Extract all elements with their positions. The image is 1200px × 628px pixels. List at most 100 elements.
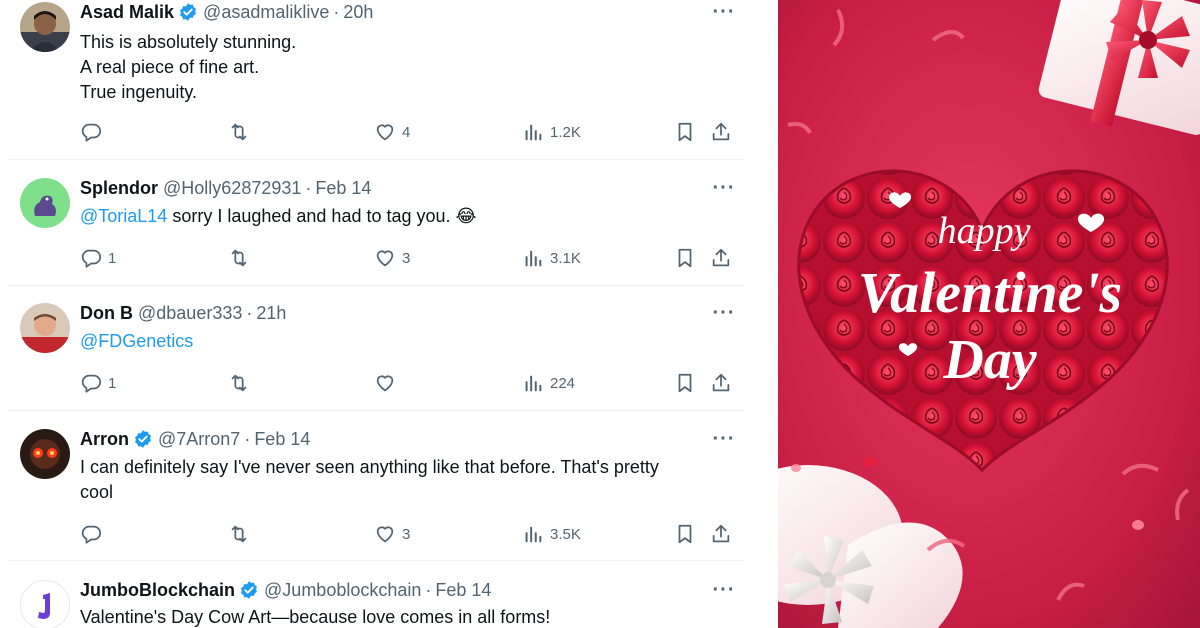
retweet-button[interactable]: [228, 522, 256, 546]
user-handle[interactable]: @dbauer333: [138, 303, 242, 324]
like-button[interactable]: 4: [374, 120, 410, 144]
view-count: 224: [550, 374, 576, 392]
heart-icon: [376, 375, 394, 392]
like-button[interactable]: 3: [374, 246, 410, 270]
tweet-text-line: A real piece of fine art.: [80, 57, 260, 77]
tweet-header: Arron @7Arron7 · Feb 14: [80, 427, 310, 451]
tweet[interactable]: Arron @7Arron7 · Feb 14 ··· I can defini…: [8, 427, 744, 561]
analytics-icon: [525, 124, 542, 141]
tweet[interactable]: Don B @dbauer333 · 21h ··· @FDGenetics 1: [8, 301, 744, 411]
mention-link[interactable]: @FDGenetics: [80, 331, 193, 351]
reply-button[interactable]: 1: [80, 246, 116, 270]
avatar[interactable]: [20, 429, 70, 479]
bookmark-button[interactable]: [674, 120, 696, 144]
heart-icon: [376, 124, 394, 141]
bookmark-button[interactable]: [674, 522, 696, 546]
user-handle[interactable]: @Holly62872931: [163, 178, 301, 199]
share-button[interactable]: [710, 522, 732, 546]
day-text: Day: [942, 329, 1037, 391]
tweet-text-line: True ingenuity.: [80, 82, 198, 102]
user-handle[interactable]: @asadmaliklive: [203, 2, 329, 23]
verified-badge-icon: [180, 3, 196, 21]
timestamp[interactable]: Feb 14: [315, 178, 371, 199]
reply-button[interactable]: [80, 120, 108, 144]
divider: [8, 159, 744, 160]
divider: [8, 410, 744, 411]
views-button[interactable]: 3.5K: [522, 522, 581, 546]
timestamp[interactable]: Feb 14: [435, 580, 491, 601]
avatar[interactable]: [20, 303, 70, 353]
separator-dot: ·: [305, 177, 312, 198]
reply-button[interactable]: [80, 522, 108, 546]
like-count: 3: [402, 525, 411, 543]
display-name[interactable]: Don B: [80, 303, 133, 324]
bookmark-icon: [678, 248, 692, 268]
retweet-button[interactable]: [228, 120, 256, 144]
views-button[interactable]: 1.2K: [522, 120, 581, 144]
more-options-icon[interactable]: ···: [712, 302, 736, 324]
avatar[interactable]: [20, 580, 70, 628]
views-button[interactable]: 224: [522, 371, 575, 395]
valentines-illustration: happy Valentine's Day: [778, 0, 1200, 628]
tweet-text-line: I can definitely say I've never seen any…: [80, 457, 659, 477]
retweet-icon: [231, 525, 247, 543]
tweet-header: Asad Malik @asadmaliklive · 20h: [80, 0, 373, 24]
bookmark-button[interactable]: [674, 246, 696, 270]
more-options-icon[interactable]: ···: [712, 579, 736, 601]
display-name[interactable]: Asad Malik: [80, 2, 174, 23]
reply-feed: Asad Malik @asadmaliklive · 20h ··· This…: [0, 0, 778, 628]
bookmark-button[interactable]: [674, 371, 696, 395]
bookmark-icon: [678, 524, 692, 544]
share-button[interactable]: [710, 246, 732, 270]
timestamp[interactable]: Feb 14: [254, 429, 310, 450]
retweet-button[interactable]: [228, 371, 256, 395]
view-count: 1.2K: [550, 123, 581, 141]
reply-icon: [81, 249, 102, 268]
tweet-text: @ToriaL14 sorry I laughed and had to tag…: [80, 204, 730, 229]
analytics-icon: [525, 526, 542, 543]
more-options-icon[interactable]: ···: [712, 428, 736, 450]
like-button[interactable]: [374, 371, 402, 395]
divider: [8, 285, 744, 286]
views-button[interactable]: 3.1K: [522, 246, 581, 270]
display-name[interactable]: JumboBlockchain: [80, 580, 235, 601]
analytics-icon: [525, 250, 542, 267]
tweet[interactable]: Asad Malik @asadmaliklive · 20h ··· This…: [8, 0, 744, 160]
separator-dot: ·: [246, 302, 253, 323]
display-name[interactable]: Splendor: [80, 178, 158, 199]
avatar[interactable]: [20, 178, 70, 228]
timestamp[interactable]: 20h: [343, 2, 373, 23]
reply-icon: [81, 374, 102, 393]
avatar[interactable]: [20, 2, 70, 52]
user-handle[interactable]: @7Arron7: [158, 429, 240, 450]
reply-button[interactable]: 1: [80, 371, 116, 395]
more-options-icon[interactable]: ···: [712, 177, 736, 199]
tweet-text: Valentine's Day Cow Art—because love com…: [80, 605, 730, 628]
share-button[interactable]: [710, 120, 732, 144]
user-handle[interactable]: @Jumboblockchain: [264, 580, 421, 601]
retweet-icon: [231, 374, 247, 392]
tweet-text-line: sorry I laughed and had to tag you. 😂: [167, 206, 477, 226]
divider: [8, 560, 744, 561]
retweet-icon: [231, 249, 247, 267]
tweet-header: JumboBlockchain @Jumboblockchain · Feb 1…: [80, 578, 491, 602]
valentines-text: Valentine's: [858, 260, 1122, 325]
verified-badge-icon: [241, 581, 257, 599]
share-button[interactable]: [710, 371, 732, 395]
display-name[interactable]: Arron: [80, 429, 129, 450]
reply-count: 1: [108, 249, 117, 267]
retweet-button[interactable]: [228, 246, 256, 270]
reply-count: 1: [108, 374, 117, 392]
analytics-icon: [525, 375, 542, 392]
mention-link[interactable]: @ToriaL14: [80, 206, 167, 226]
view-count: 3.1K: [550, 249, 581, 267]
timestamp[interactable]: 21h: [256, 303, 286, 324]
tweet[interactable]: JumboBlockchain @Jumboblockchain · Feb 1…: [8, 578, 744, 628]
tweet[interactable]: Splendor @Holly62872931 · Feb 14 ··· @To…: [8, 176, 744, 286]
like-count: 4: [402, 123, 411, 141]
bookmark-icon: [678, 122, 692, 142]
more-options-icon[interactable]: ···: [712, 1, 736, 23]
like-button[interactable]: 3: [374, 522, 410, 546]
share-icon: [712, 373, 730, 392]
tweet-text-line: Valentine's Day Cow Art—because love com…: [80, 607, 551, 627]
